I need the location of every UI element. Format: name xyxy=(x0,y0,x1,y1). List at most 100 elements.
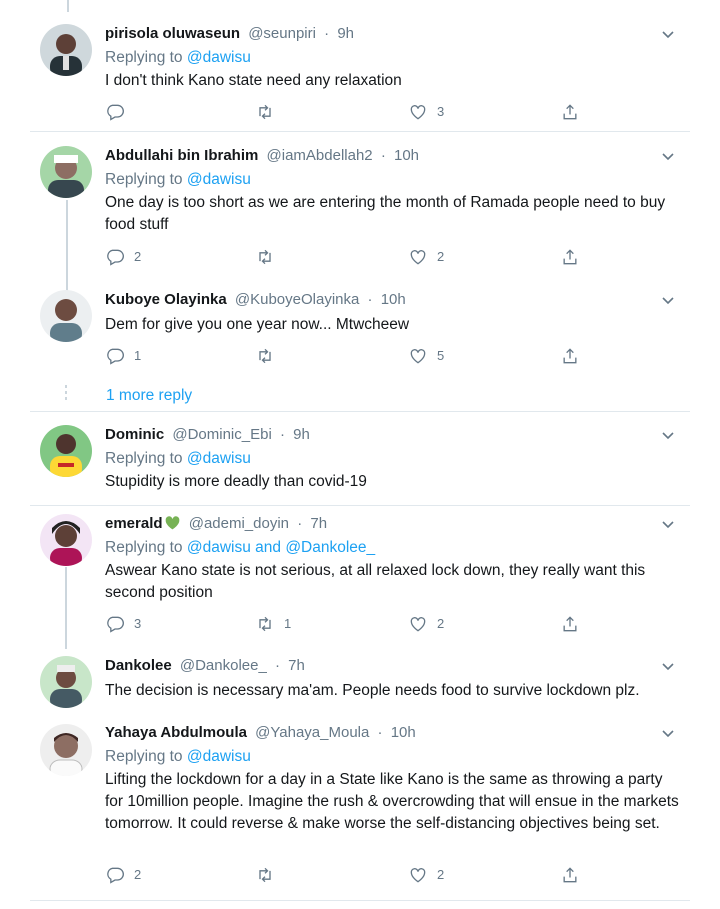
share-button[interactable] xyxy=(560,247,580,267)
replying-prefix: Replying to xyxy=(105,748,183,765)
author-name[interactable]: Dominic xyxy=(105,426,164,443)
mention-link[interactable]: @dawisu xyxy=(187,49,251,66)
timestamp[interactable]: 10h xyxy=(381,291,406,308)
avatar[interactable] xyxy=(40,724,92,776)
like-button[interactable]: 2 xyxy=(408,614,444,634)
chevron-down-icon[interactable] xyxy=(660,292,676,308)
chevron-down-icon[interactable] xyxy=(660,427,676,443)
chevron-down-icon[interactable] xyxy=(660,26,676,42)
tweet[interactable]: emerald @ademi_doyin · 7h Replying to @d… xyxy=(30,510,690,645)
share-button[interactable] xyxy=(560,102,580,122)
like-button[interactable]: 5 xyxy=(408,346,444,366)
author-name[interactable]: Abdullahi bin Ibrahim xyxy=(105,147,258,164)
tweet-header: Abdullahi bin Ibrahim @iamAbdellah2 · 10… xyxy=(105,146,419,166)
like-count: 3 xyxy=(437,104,445,119)
heart-icon xyxy=(410,349,426,364)
tweet[interactable]: Dankolee @Dankolee_ · 7h The decision is… xyxy=(30,652,690,712)
author-handle[interactable]: @seunpiri xyxy=(248,25,316,42)
author-name[interactable]: Yahaya Abdulmoula xyxy=(105,724,247,741)
replying-to: Replying to @dawisu and @Dankolee_ xyxy=(105,538,375,558)
reply-button[interactable]: 1 xyxy=(105,346,141,366)
reply-button[interactable] xyxy=(105,102,125,122)
timestamp[interactable]: 10h xyxy=(391,724,416,741)
like-count: 2 xyxy=(437,867,445,882)
like-count: 5 xyxy=(437,348,445,363)
chevron-down-icon[interactable] xyxy=(660,516,676,532)
reply-icon xyxy=(107,616,124,633)
retweet-button[interactable]: 1 xyxy=(255,614,291,634)
author-handle[interactable]: @Yahaya_Moula xyxy=(255,724,369,741)
retweet-button[interactable] xyxy=(255,102,275,122)
tweet-text: Dem for give you one year now... Mtwchee… xyxy=(105,316,410,333)
tweet[interactable]: Yahaya Abdulmoula @Yahaya_Moula · 10h Re… xyxy=(30,718,690,901)
share-icon xyxy=(563,249,577,265)
mention-link[interactable]: @dawisu xyxy=(187,450,251,467)
tweet-header: Kuboye Olayinka @KuboyeOlayinka · 10h xyxy=(105,290,406,310)
author-handle[interactable]: @Dominic_Ebi xyxy=(172,426,271,443)
tweet[interactable]: pirisola oluwaseun @seunpiri · 9h Replyi… xyxy=(30,16,690,132)
timestamp[interactable]: 10h xyxy=(394,147,419,164)
replying-prefix: Replying to xyxy=(105,450,183,467)
avatar[interactable] xyxy=(40,656,92,708)
avatar[interactable] xyxy=(40,425,92,477)
replying-prefix: Replying to xyxy=(105,49,183,66)
tweet-text: One day is too short as we are entering … xyxy=(105,194,666,233)
heart-icon xyxy=(410,868,426,883)
tweet-text: I don't think Kano state need any relaxa… xyxy=(105,72,402,89)
retweet-icon xyxy=(259,249,271,265)
author-handle[interactable]: @iamAbdellah2 xyxy=(267,147,373,164)
tweet-text: Aswear Kano state is not serious, at all… xyxy=(105,562,646,601)
timestamp[interactable]: 7h xyxy=(310,515,327,532)
heart-icon xyxy=(410,105,426,120)
like-button[interactable]: 3 xyxy=(408,102,444,122)
heart-icon xyxy=(410,250,426,265)
reply-icon xyxy=(107,348,124,365)
retweet-button[interactable] xyxy=(255,346,275,366)
avatar[interactable] xyxy=(40,290,92,342)
show-more-replies-link[interactable]: 1 more reply xyxy=(106,386,192,406)
author-name[interactable]: Dankolee xyxy=(105,657,172,674)
share-icon xyxy=(563,104,577,120)
mention-link[interactable]: @dawisu and @Dankolee_ xyxy=(187,539,375,556)
retweet-button[interactable] xyxy=(255,247,275,267)
timestamp[interactable]: 9h xyxy=(337,25,354,42)
tweet[interactable]: Abdullahi bin Ibrahim @iamAbdellah2 · 10… xyxy=(30,140,690,280)
tweet-text: Lifting the lockdown for a day in a Stat… xyxy=(105,771,679,832)
like-button[interactable]: 2 xyxy=(408,865,444,885)
share-button[interactable] xyxy=(560,346,580,366)
avatar[interactable] xyxy=(40,146,92,198)
author-handle[interactable]: @Dankolee_ xyxy=(180,657,267,674)
avatar[interactable] xyxy=(40,514,92,566)
like-count: 2 xyxy=(437,249,445,264)
tweet[interactable]: Kuboye Olayinka @KuboyeOlayinka · 10h De… xyxy=(30,285,690,380)
author-handle[interactable]: @KuboyeOlayinka xyxy=(235,291,359,308)
action-bar: 1 5 xyxy=(105,346,605,368)
chevron-down-icon[interactable] xyxy=(660,148,676,164)
author-name[interactable]: pirisola oluwaseun xyxy=(105,25,240,42)
mention-link[interactable]: @dawisu xyxy=(187,171,251,188)
share-button[interactable] xyxy=(560,865,580,885)
tweet-header: Dankolee @Dankolee_ · 7h xyxy=(105,656,305,676)
separator: · xyxy=(380,147,386,164)
like-count: 2 xyxy=(437,616,445,631)
reply-button[interactable]: 2 xyxy=(105,865,141,885)
mention-link[interactable]: @dawisu xyxy=(187,748,251,765)
author-handle[interactable]: @ademi_doyin xyxy=(189,515,289,532)
retweet-button[interactable] xyxy=(255,865,275,885)
timestamp[interactable]: 7h xyxy=(288,657,305,674)
replying-to: Replying to @dawisu xyxy=(105,170,251,190)
author-name[interactable]: Kuboye Olayinka xyxy=(105,291,227,308)
share-icon xyxy=(563,867,577,883)
reply-button[interactable]: 2 xyxy=(105,247,141,267)
timestamp[interactable]: 9h xyxy=(293,426,310,443)
share-button[interactable] xyxy=(560,614,580,634)
reply-icon xyxy=(107,104,124,121)
avatar[interactable] xyxy=(40,24,92,76)
chevron-down-icon[interactable] xyxy=(660,658,676,674)
green-heart-icon xyxy=(165,516,179,530)
author-name[interactable]: emerald xyxy=(105,515,163,532)
like-button[interactable]: 2 xyxy=(408,247,444,267)
chevron-down-icon[interactable] xyxy=(660,725,676,741)
tweet[interactable]: Dominic @Dominic_Ebi · 9h Replying to @d… xyxy=(30,420,690,506)
reply-button[interactable]: 3 xyxy=(105,614,141,634)
